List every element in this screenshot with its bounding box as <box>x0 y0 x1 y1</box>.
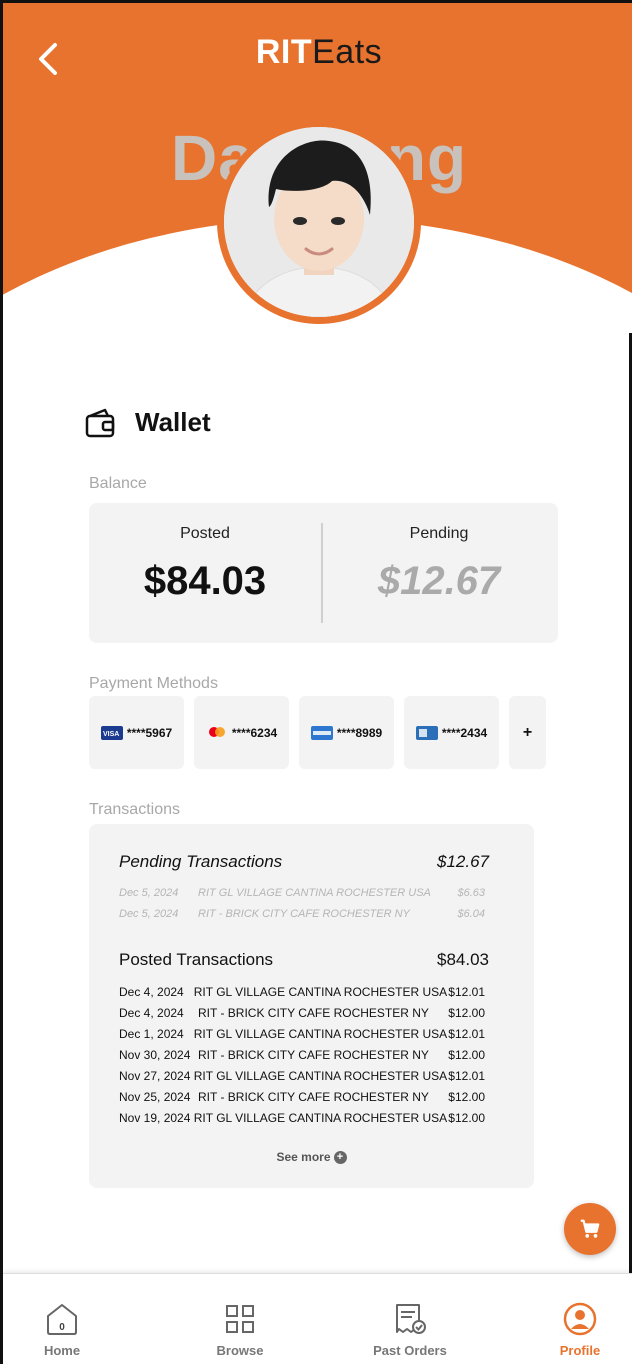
payment-card-mastercard[interactable]: ****6234 <box>194 696 289 769</box>
pending-transaction-row: Dec 5, 2024 RIT - BRICK CITY CAFE ROCHES… <box>119 908 485 920</box>
avatar <box>217 120 421 324</box>
nav-past-orders[interactable]: Past Orders <box>360 1302 460 1358</box>
posted-transaction-row: Dec 4, 2024 RIT GL VILLAGE CANTINA ROCHE… <box>119 985 485 999</box>
wallet-title: Wallet <box>135 407 211 437</box>
see-more-label: See more <box>276 1150 331 1164</box>
payment-card-discover[interactable]: ****2434 <box>404 696 499 769</box>
add-payment-method-button[interactable]: + <box>509 696 546 769</box>
profile-header: Dae Jung RITEats <box>3 3 632 333</box>
nav-past-orders-label: Past Orders <box>373 1343 447 1358</box>
pending-balance: Pending $12.67 <box>323 503 555 643</box>
nav-home-label: Home <box>43 1343 81 1358</box>
posted-transaction-row: Dec 1, 2024 RIT GL VILLAGE CANTINA ROCHE… <box>119 1027 485 1041</box>
app-title-rit: RIT <box>255 33 313 71</box>
avatar-photo <box>224 127 414 317</box>
posted-transactions-header: Posted Transactions $84.03 <box>119 950 489 970</box>
payment-methods-list: VISA ****5967 ****6234 ****8989 ****2434… <box>89 696 546 769</box>
posted-amount: $84.03 <box>143 559 267 603</box>
see-more-button[interactable]: See more + <box>89 1150 534 1164</box>
app-title: RITEats <box>3 33 632 72</box>
amex-icon <box>310 725 333 740</box>
transactions-label: Transactions <box>89 801 180 818</box>
transactions-card: Pending Transactions $12.67 Dec 5, 2024 … <box>89 824 534 1188</box>
wallet-heading: Wallet <box>85 407 211 438</box>
cart-button[interactable] <box>564 1203 616 1255</box>
card-number: ****8989 <box>336 725 383 740</box>
card-number: ****2434 <box>441 725 488 740</box>
posted-transaction-row: Nov 27, 2024 RIT GL VILLAGE CANTINA ROCH… <box>119 1069 485 1083</box>
pending-label: Pending <box>409 525 469 542</box>
pending-transactions-header: Pending Transactions $12.67 <box>119 852 489 872</box>
payment-card-visa[interactable]: VISA ****5967 <box>89 696 184 769</box>
nav-browse-label: Browse <box>216 1343 264 1358</box>
posted-transaction-row: Dec 4, 2024 RIT - BRICK CITY CAFE ROCHES… <box>119 1006 485 1020</box>
posted-label: Posted <box>180 525 230 542</box>
payment-card-amex[interactable]: ****8989 <box>299 696 394 769</box>
nav-profile[interactable]: Profile <box>530 1302 630 1358</box>
pending-transactions-total: $12.67 <box>437 852 489 871</box>
mastercard-icon <box>206 726 228 740</box>
posted-transaction-row: Nov 25, 2024 RIT - BRICK CITY CAFE ROCHE… <box>119 1090 485 1104</box>
nav-profile-label: Profile <box>559 1343 601 1358</box>
visa-icon: VISA <box>100 725 123 740</box>
card-number: ****5967 <box>126 725 173 740</box>
balance-label: Balance <box>89 475 147 492</box>
nav-browse[interactable]: Browse <box>190 1302 290 1358</box>
receipt-icon <box>396 1304 426 1334</box>
cart-icon <box>580 1219 600 1238</box>
payment-methods-label: Payment Methods <box>89 675 218 692</box>
card-number: ****6234 <box>231 725 278 740</box>
posted-balance: Posted $84.03 <box>89 503 321 643</box>
svg-text:VISA: VISA <box>103 731 119 738</box>
posted-transaction-row: Nov 30, 2024 RIT - BRICK CITY CAFE ROCHE… <box>119 1048 485 1062</box>
home-badge: 0 <box>59 1322 65 1333</box>
browse-grid-icon <box>226 1305 254 1333</box>
plus-circle-icon: + <box>333 1150 347 1164</box>
posted-transactions-total: $84.03 <box>437 950 489 969</box>
pending-amount: $12.67 <box>377 559 501 603</box>
bottom-nav: 0 Home Browse Past Orders Profile <box>3 1273 632 1364</box>
pending-transactions-title: Pending Transactions <box>119 852 283 871</box>
home-icon: 0 <box>47 1304 77 1335</box>
wallet-icon <box>85 408 115 437</box>
profile-icon <box>563 1302 597 1336</box>
app-title-eats: Eats <box>312 33 383 71</box>
posted-transactions-title: Posted Transactions <box>119 950 274 969</box>
nav-home[interactable]: 0 Home <box>12 1302 112 1358</box>
discover-icon <box>415 725 438 740</box>
balance-card: Posted $84.03 Pending $12.67 <box>89 503 558 643</box>
posted-transaction-row: Nov 19, 2024 RIT GL VILLAGE CANTINA ROCH… <box>119 1111 485 1125</box>
pending-transaction-row: Dec 5, 2024 RIT GL VILLAGE CANTINA ROCHE… <box>119 887 485 899</box>
